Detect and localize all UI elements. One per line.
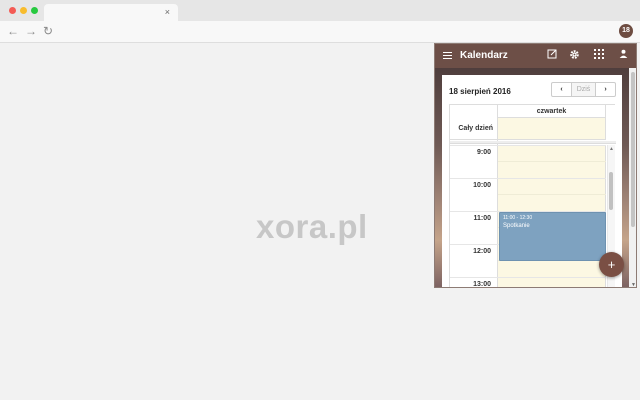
account-icon[interactable] xyxy=(617,49,630,62)
half-hour-line xyxy=(498,161,606,162)
hour-line xyxy=(450,178,606,179)
calendar-card: 18 sierpień 2016 ‹ Dziś › czwartek Cały … xyxy=(442,75,622,288)
watermark-text: xora.pl xyxy=(256,208,368,245)
browser-tab[interactable]: × xyxy=(44,4,178,22)
app-title: Kalendarz xyxy=(460,50,508,61)
minimize-window-button[interactable] xyxy=(20,7,27,14)
close-window-button[interactable] xyxy=(9,7,16,14)
hour-line xyxy=(450,277,606,278)
calendar-extension-icon[interactable]: 18 xyxy=(619,24,633,38)
hour-line xyxy=(450,145,606,146)
back-icon[interactable]: ← xyxy=(7,24,19,38)
previous-day-button[interactable]: ‹ xyxy=(552,83,572,96)
maximize-window-button[interactable] xyxy=(31,7,38,14)
menu-icon[interactable] xyxy=(443,52,452,59)
open-external-icon[interactable] xyxy=(545,49,558,62)
browser-titlebar: × xyxy=(0,0,640,22)
reload-icon[interactable]: ↻ xyxy=(43,24,53,38)
day-grid: czwartek Cały dzień 9:00 10:00 11:00 12:… xyxy=(449,104,616,288)
allday-divider xyxy=(450,141,616,144)
event-title: Spotkanie xyxy=(503,223,530,229)
today-button[interactable]: Dziś xyxy=(572,83,596,96)
all-day-label: Cały dzień xyxy=(450,118,498,140)
time-label: 10:00 xyxy=(473,182,491,189)
half-hour-line xyxy=(498,194,606,195)
time-label: 11:00 xyxy=(473,215,491,222)
tab-close-icon[interactable]: × xyxy=(165,7,170,18)
calendar-event[interactable]: 11:00 - 12:30 Spotkanie xyxy=(499,212,606,261)
app-bar: Kalendarz xyxy=(435,44,636,68)
scroll-down-arrow-icon[interactable]: ▼ xyxy=(631,282,636,287)
settings-gear-icon[interactable] xyxy=(568,49,581,62)
forward-icon[interactable]: → xyxy=(25,24,37,38)
browser-toolbar: ← → ↻ 18 xyxy=(0,21,640,43)
time-label: 12:00 xyxy=(473,248,491,255)
next-day-button[interactable]: › xyxy=(596,83,615,96)
current-date: 18 sierpień 2016 xyxy=(449,87,511,96)
apps-grid-icon[interactable] xyxy=(592,49,605,62)
all-day-cell[interactable] xyxy=(498,118,606,140)
popup-scrollbar-thumb[interactable] xyxy=(631,72,635,227)
navigation-buttons: ‹ Dziś › xyxy=(551,82,616,97)
add-event-button[interactable]: + xyxy=(599,252,624,277)
time-label: 13:00 xyxy=(473,281,491,288)
scroll-up-arrow-icon[interactable]: ▲ xyxy=(609,146,614,152)
time-label: 9:00 xyxy=(476,149,491,156)
grid-scrollbar-thumb[interactable] xyxy=(609,172,613,210)
day-header: czwartek xyxy=(498,105,606,118)
event-time: 11:00 - 12:30 xyxy=(503,215,533,221)
calendar-popup: Kalendarz 18 sierpień 2016 ‹ Dziś › czwa… xyxy=(434,43,637,288)
